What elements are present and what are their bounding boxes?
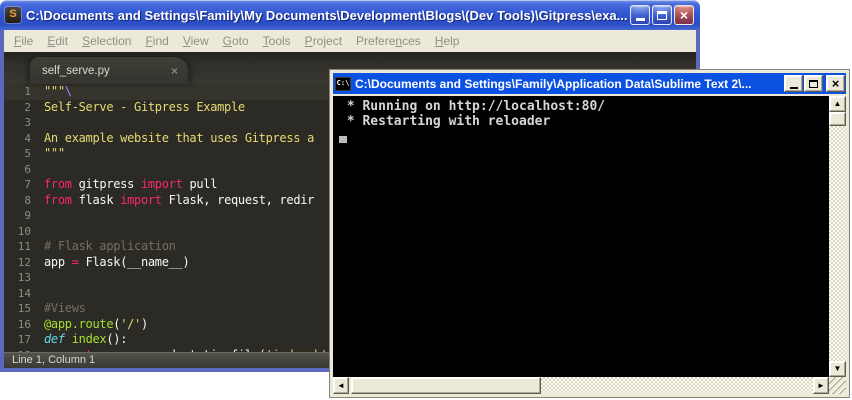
scroll-down-button[interactable]: ▼ [829,361,846,377]
code-text: """\ [44,84,72,100]
code-text: def index(): [44,332,127,348]
sublime-window-controls: × [630,5,694,25]
console-line: * Running on http://localhost:80/ [339,99,829,114]
menu-selection[interactable]: Selection [75,34,138,48]
line-number: 15 [4,301,44,317]
cmd-titlebar[interactable]: C:\ C:\Documents and Settings\Family\App… [333,73,846,94]
code-text: from flask import Flask, request, redir [44,193,314,209]
console-output[interactable]: * Running on http://localhost:80/ * Rest… [333,96,829,377]
line-number: 7 [4,177,44,193]
close-button[interactable]: × [674,5,694,25]
cmd-window-title: C:\Documents and Settings\Family\Applica… [355,77,783,91]
cmd-minimize-button[interactable] [784,75,803,92]
menu-view[interactable]: View [176,34,216,48]
code-text: Self-Serve - Gitpress Example [44,100,245,116]
code-text: @app.route('/') [44,317,148,333]
minimize-icon [636,18,645,21]
line-number: 2 [4,100,44,116]
maximize-icon [809,80,818,88]
console-cursor [339,136,347,143]
line-number: 12 [4,255,44,271]
menu-file[interactable]: File [7,34,40,48]
tab-close-icon[interactable]: × [171,64,178,78]
vertical-scroll-track[interactable] [829,126,846,361]
line-number: 8 [4,193,44,209]
minimize-button[interactable] [630,5,650,25]
cmd-maximize-button[interactable] [804,75,823,92]
line-number: 1 [4,84,44,100]
code-text: """ [44,146,65,162]
scroll-left-button[interactable]: ◄ [333,377,349,394]
line-number: 14 [4,286,44,302]
line-number: 5 [4,146,44,162]
sublime-titlebar[interactable]: S C:\Documents and Settings\Family\My Do… [0,0,700,30]
sublime-menubar: FileEditSelectionFindViewGotoToolsProjec… [4,30,696,52]
resize-grip[interactable] [829,377,846,394]
code-text: #Views [44,301,86,317]
scroll-right-button[interactable]: ► [813,377,829,394]
line-number: 13 [4,270,44,286]
menu-edit[interactable]: Edit [40,34,75,48]
line-number: 9 [4,208,44,224]
tab-label: self_serve.py [42,65,163,77]
tab-self-serve-py[interactable]: self_serve.py × [30,57,188,84]
menu-project[interactable]: Project [298,34,349,48]
close-icon: × [832,77,840,90]
sublime-window-title: C:\Documents and Settings\Family\My Docu… [26,8,630,23]
vertical-scroll-thumb[interactable] [829,112,846,126]
line-number: 4 [4,131,44,147]
cmd-client-area: * Running on http://localhost:80/ * Rest… [333,96,846,394]
menu-help[interactable]: Help [428,34,467,48]
close-icon: × [680,8,688,22]
code-text: An example website that uses Gitpress a [44,131,314,147]
line-number: 6 [4,162,44,178]
cmd-close-button[interactable]: × [826,75,845,92]
vertical-scrollbar: ▲ ▼ [829,96,846,377]
desktop: S C:\Documents and Settings\Family\My Do… [0,0,852,400]
code-text: app = Flask(__name__) [44,255,189,271]
menu-find[interactable]: Find [138,34,175,48]
line-number: 16 [4,317,44,333]
line-number: 17 [4,332,44,348]
line-number: 3 [4,115,44,131]
menu-tools[interactable]: Tools [256,34,298,48]
cmd-app-icon: C:\ [335,77,351,91]
minimize-icon [790,87,798,89]
sublime-app-icon: S [5,7,21,23]
horizontal-scroll-track[interactable] [541,377,813,394]
cursor-position-status: Line 1, Column 1 [12,354,95,366]
maximize-button[interactable] [652,5,672,25]
console-line: * Restarting with reloader [339,114,829,129]
line-number: 10 [4,224,44,240]
line-number: 11 [4,239,44,255]
scroll-up-button[interactable]: ▲ [829,96,846,112]
maximize-icon [657,11,667,20]
horizontal-scrollbar: ◄ ► [333,377,829,394]
horizontal-scroll-thumb[interactable] [351,377,541,394]
cmd-window: C:\ C:\Documents and Settings\Family\App… [330,70,849,397]
menu-preferences[interactable]: Preferences [349,34,428,48]
code-text: # Flask application [44,239,176,255]
menu-goto[interactable]: Goto [216,34,256,48]
code-text: from gitpress import pull [44,177,217,193]
